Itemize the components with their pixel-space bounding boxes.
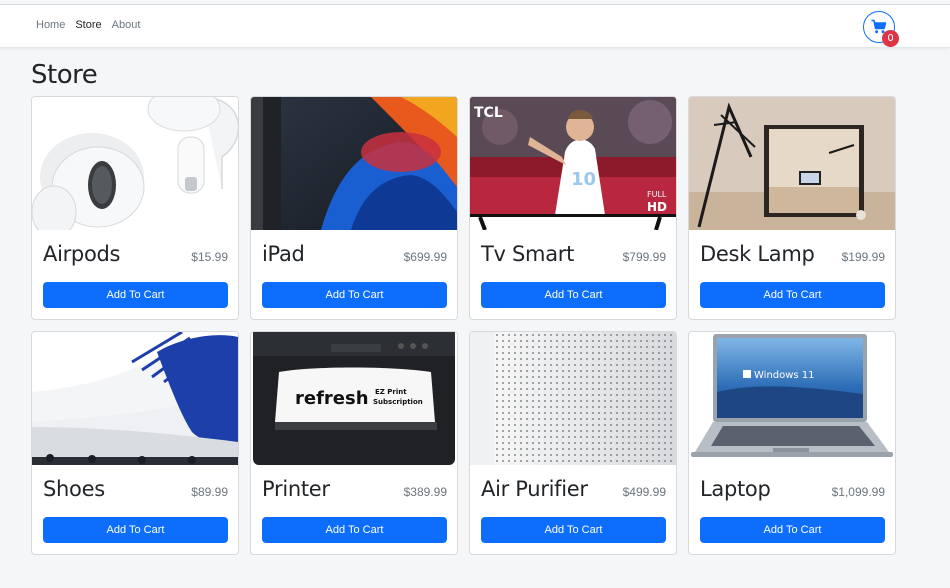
- product-name: Printer: [262, 477, 330, 501]
- product-price: $15.99: [191, 250, 228, 264]
- product-name: Desk Lamp: [700, 242, 815, 266]
- add-to-cart-button[interactable]: Add To Cart: [262, 517, 447, 543]
- product-image-laptop: Windows 11: [689, 332, 895, 465]
- navbar: Home Store About 0: [0, 5, 950, 48]
- product-price: $499.99: [622, 485, 666, 499]
- cart-button[interactable]: 0: [863, 11, 899, 47]
- product-image-shoes: [32, 332, 238, 465]
- product-name: Airpods: [43, 242, 121, 266]
- product-card: Shoes $89.99 Add To Cart: [31, 331, 239, 555]
- tv-image-text-brand: TCL: [474, 105, 503, 121]
- printer-image-text-ez-print: EZ Print: [375, 388, 407, 396]
- add-to-cart-button[interactable]: Add To Cart: [700, 517, 885, 543]
- product-image-printer: refresh EZ Print Subscription: [251, 332, 457, 465]
- product-name: Tv Smart: [481, 242, 575, 266]
- nav-links: Home Store About: [36, 19, 140, 31]
- add-to-cart-button[interactable]: Add To Cart: [43, 282, 228, 308]
- laptop-image-text-windows: Windows 11: [754, 370, 815, 381]
- add-to-cart-button[interactable]: Add To Cart: [700, 282, 885, 308]
- product-card: Desk Lamp $199.99 Add To Cart: [688, 96, 896, 320]
- product-price: $799.99: [622, 250, 666, 264]
- printer-image-text-refresh: refresh: [295, 388, 369, 409]
- nav-link-about[interactable]: About: [112, 19, 141, 31]
- product-image-desk-lamp: [689, 97, 895, 230]
- nav-link-home[interactable]: Home: [36, 19, 65, 31]
- product-grid: Airpods $15.99 Add To Cart iPad $699.99 …: [31, 96, 896, 555]
- nav-link-store[interactable]: Store: [75, 19, 101, 31]
- product-card: Windows 11 Laptop $1,099.99 Add To Cart: [688, 331, 896, 555]
- printer-image-text-subscription: Subscription: [373, 398, 423, 406]
- add-to-cart-button[interactable]: Add To Cart: [43, 517, 228, 543]
- product-name: iPad: [262, 242, 305, 266]
- product-card: Airpods $15.99 Add To Cart: [31, 96, 239, 320]
- product-price: $199.99: [841, 250, 885, 264]
- cart-count-badge: 0: [882, 30, 899, 47]
- product-price: $89.99: [191, 485, 228, 499]
- add-to-cart-button[interactable]: Add To Cart: [262, 282, 447, 308]
- product-name: Laptop: [700, 477, 771, 501]
- product-image-air-purifier: [470, 332, 676, 465]
- product-image-tv: 10 TCL FULL HD: [470, 97, 676, 230]
- page-title: Store: [31, 60, 98, 90]
- product-price: $699.99: [403, 250, 447, 264]
- product-image-ipad: [251, 97, 457, 230]
- product-image-airpods: [32, 97, 238, 230]
- product-card: Air Purifier $499.99 Add To Cart: [469, 331, 677, 555]
- product-card: 10 TCL FULL HD Tv Smart $799.99 Add To C…: [469, 96, 677, 320]
- tv-image-text-hd: HD: [647, 200, 667, 214]
- add-to-cart-button[interactable]: Add To Cart: [481, 282, 666, 308]
- tv-image-text-full: FULL: [647, 190, 667, 199]
- product-name: Air Purifier: [481, 477, 588, 501]
- product-card: iPad $699.99 Add To Cart: [250, 96, 458, 320]
- add-to-cart-button[interactable]: Add To Cart: [481, 517, 666, 543]
- product-price: $389.99: [403, 485, 447, 499]
- product-price: $1,099.99: [831, 485, 885, 499]
- product-card: refresh EZ Print Subscription Printer $3…: [250, 331, 458, 555]
- tv-image-text-number: 10: [571, 169, 596, 190]
- product-name: Shoes: [43, 477, 105, 501]
